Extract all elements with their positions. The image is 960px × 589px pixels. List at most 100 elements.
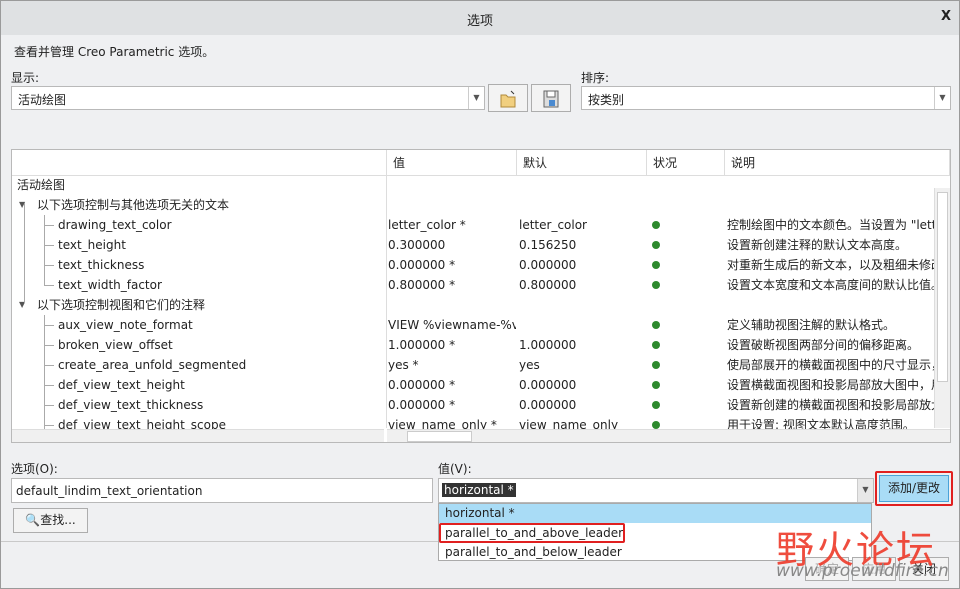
dropdown-option-highlighted[interactable]: parallel_to_and_above_leader <box>439 523 625 543</box>
option-description: 设置新创建注释的默认文本高度。 <box>727 238 908 252</box>
dialog-title: 选项 <box>466 14 493 29</box>
header-name[interactable] <box>12 150 387 176</box>
table-row[interactable]: text_height 0.300000 0.156250 设置新创建注释的默认… <box>12 235 934 255</box>
option-description: 控制绘图中的文本颜色。当设置为 "letter_color" <box>727 218 934 232</box>
option-description: 设置新创建的横截面视图和投影局部放大 <box>727 398 934 412</box>
value-dropdown-list: horizontal * parallel_to_and_above_leade… <box>438 503 872 561</box>
option-value: default_lindim_text_orientation <box>16 484 203 498</box>
value-selected: horizontal * <box>442 483 516 497</box>
option-default: 1.000000 <box>519 338 577 352</box>
save-icon <box>543 90 559 108</box>
option-name: def_view_text_height <box>58 378 185 392</box>
status-icon <box>652 215 660 235</box>
table-row[interactable]: drawing_text_color letter_color * letter… <box>12 215 934 235</box>
find-button[interactable]: 🔍查找... <box>13 508 88 533</box>
chevron-down-icon: ▼ <box>857 479 873 502</box>
table-row[interactable]: def_view_text_thickness 0.000000 * 0.000… <box>12 395 934 415</box>
display-value: 活动绘图 <box>18 93 67 107</box>
ok-button[interactable]: 确定 <box>805 557 849 581</box>
option-default: 0.000000 <box>519 398 577 412</box>
close-button[interactable]: 关闭 <box>899 557 949 581</box>
option-input[interactable]: default_lindim_text_orientation <box>11 478 433 503</box>
tree-root[interactable]: 活动绘图 <box>12 175 934 195</box>
options-table: 值 默认 状况 说明 活动绘图 ▼ 以下选项控制与其他选项无关的文本 drawin… <box>11 149 951 443</box>
find-label: 查找... <box>40 513 76 527</box>
status-icon <box>652 375 660 395</box>
table-row[interactable]: def_view_text_height 0.000000 * 0.000000… <box>12 375 934 395</box>
group-label: 以下选项控制视图和它们的注释 <box>37 298 206 312</box>
option-value: VIEW %viewname-%viewname <box>388 318 516 332</box>
status-icon <box>652 355 660 375</box>
status-icon <box>652 335 660 355</box>
save-button[interactable] <box>531 84 571 112</box>
status-icon <box>652 315 660 335</box>
tree-group[interactable]: ▼ 以下选项控制与其他选项无关的文本 <box>12 195 934 215</box>
magnifier-icon: 🔍 <box>25 513 41 527</box>
display-select[interactable]: 活动绘图 ▼ <box>11 86 485 110</box>
table-row[interactable]: create_area_unfold_segmented yes * yes 使… <box>12 355 934 375</box>
status-icon <box>652 395 660 415</box>
option-name: text_height <box>58 238 126 252</box>
value-combobox[interactable]: horizontal * ▼ <box>438 478 874 503</box>
option-default: letter_color <box>519 218 587 232</box>
option-default: yes <box>519 358 540 372</box>
close-icon[interactable]: X <box>941 9 951 24</box>
add-change-button[interactable]: 添加/更改 <box>879 475 949 502</box>
status-icon <box>652 235 660 255</box>
dropdown-option[interactable]: horizontal * <box>439 504 871 523</box>
option-description: 定义辅助视图注解的默认格式。 <box>727 318 896 332</box>
option-name: create_area_unfold_segmented <box>58 358 247 372</box>
option-default: 0.800000 <box>519 278 577 292</box>
header-value[interactable]: 值 <box>387 150 517 176</box>
open-file-button[interactable] <box>488 84 528 112</box>
option-value: 0.800000 * <box>388 278 456 292</box>
option-description: 设置文本宽度和文本高度间的默认比值。 <box>727 278 934 292</box>
option-value: 0.000000 * <box>388 378 456 392</box>
name-horizontal-scrollbar[interactable] <box>12 429 384 442</box>
option-name: text_width_factor <box>58 278 162 292</box>
intro-text: 查看并管理 Creo Parametric 选项。 <box>14 45 215 59</box>
display-label: 显示: <box>11 71 40 85</box>
table-row[interactable]: text_thickness 0.000000 * 0.000000 对重新生成… <box>12 255 934 275</box>
header-description[interactable]: 说明 <box>725 150 950 176</box>
tree-group[interactable]: ▼ 以下选项控制视图和它们的注释 <box>12 295 934 315</box>
option-name: def_view_text_thickness <box>58 398 204 412</box>
option-description: 对重新生成后的新文本，以及粗细未修改的 <box>727 258 934 272</box>
table-row[interactable]: text_width_factor 0.800000 * 0.800000 设置… <box>12 275 934 295</box>
header-status[interactable]: 状况 <box>647 150 725 176</box>
horizontal-scrollbar[interactable] <box>387 429 950 442</box>
sort-label: 排序: <box>581 71 610 85</box>
add-change-highlight: 添加/更改 <box>875 471 953 506</box>
option-label: 选项(O): <box>11 462 58 476</box>
table-row[interactable]: aux_view_note_format VIEW %viewname-%vie… <box>12 315 934 335</box>
table-row[interactable]: broken_view_offset 1.000000 * 1.000000 设… <box>12 335 934 355</box>
header-default[interactable]: 默认 <box>517 150 647 176</box>
option-name: broken_view_offset <box>58 338 173 352</box>
chevron-down-icon: ▼ <box>468 87 484 109</box>
option-description: 设置横截面视图和投影局部放大图中，用 <box>727 378 934 392</box>
option-value: 0.000000 * <box>388 258 456 272</box>
option-name: text_thickness <box>58 258 145 272</box>
option-value: yes * <box>388 358 419 372</box>
group-label: 以下选项控制与其他选项无关的文本 <box>37 198 230 212</box>
apply-button[interactable]: 应用 <box>852 557 896 581</box>
option-default: 0.000000 <box>519 378 577 392</box>
option-value: letter_color * <box>388 218 466 232</box>
sort-select[interactable]: 按类别 ▼ <box>581 86 951 110</box>
status-icon <box>652 275 660 295</box>
option-name: aux_view_note_format <box>58 318 193 332</box>
option-description: 使局部展开的横截面视图中的尺寸显示， <box>727 358 934 372</box>
option-default: 0.000000 <box>519 258 577 272</box>
vertical-scrollbar[interactable] <box>934 188 950 428</box>
option-default: 0.156250 <box>519 238 577 252</box>
option-description: 设置破断视图两部分间的偏移距离。 <box>727 338 920 352</box>
option-value: 1.000000 * <box>388 338 456 352</box>
sort-value: 按类别 <box>588 93 625 107</box>
option-value: 0.000000 * <box>388 398 456 412</box>
value-label: 值(V): <box>438 462 472 476</box>
option-value: 0.300000 <box>388 238 446 252</box>
chevron-down-icon: ▼ <box>934 87 950 109</box>
status-icon <box>652 255 660 275</box>
folder-icon <box>500 90 516 108</box>
option-name: drawing_text_color <box>58 218 172 232</box>
